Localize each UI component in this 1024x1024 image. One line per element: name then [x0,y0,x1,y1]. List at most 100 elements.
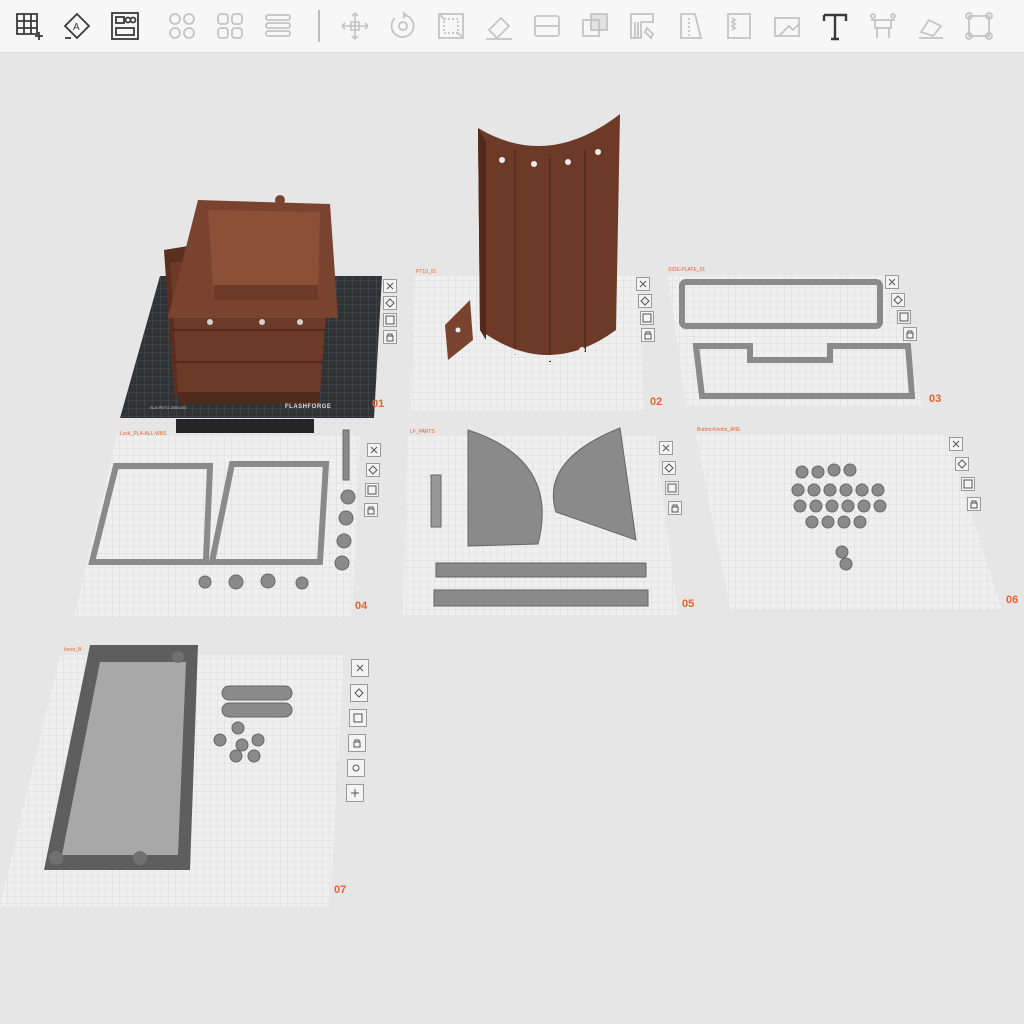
arrange-icon [667,483,677,493]
boolean-button[interactable] [575,6,615,46]
toolbar-separator [318,10,320,42]
plate-04-arrange-button[interactable] [365,483,379,497]
3d-viewport[interactable]: 01 02 03 04 05 06 07 PT10_01 SIDE-PLATE_… [0,53,1024,1024]
plate-06-name: Button-Knobs_ANE [697,427,741,433]
move-icon [341,12,369,40]
seam-paint-button[interactable] [671,6,711,46]
arrange-icon [899,312,909,322]
scale-icon [438,13,464,39]
split-objects-button[interactable] [162,6,202,46]
plate-07-settings-button[interactable] [347,759,365,777]
support-paint-button[interactable] [623,6,663,46]
bed-model-label: SLA PETG 200X200 [150,405,187,410]
plate-03-orient-button[interactable] [891,293,905,307]
plate-02-delete-button[interactable] [636,277,650,291]
fuzzy-skin-icon [727,13,751,39]
lay-on-face-button[interactable] [479,6,519,46]
plate-05-lock-button[interactable] [668,501,682,515]
split-parts-icon [217,13,243,39]
lock-icon [644,331,652,340]
plate-07-name: Inner_B [64,647,82,653]
plate-01-orient-button[interactable] [383,296,397,310]
orient-icon [664,463,674,473]
plate-04-delete-button[interactable] [367,443,381,457]
plate-05-arrange-button[interactable] [665,481,679,495]
lock-icon [671,504,679,513]
add-plate-button[interactable] [9,6,49,46]
close-icon [386,282,394,290]
orient-icon [385,298,395,308]
support-paint-icon [630,13,655,40]
plate-06-orient-button[interactable] [955,457,969,471]
plate-07-move-button[interactable] [346,784,364,802]
rotate-button[interactable] [383,6,423,46]
plate-07-number: 07 [334,884,347,896]
plate-04-lock-button[interactable] [364,503,378,517]
plate-03-delete-button[interactable] [885,275,899,289]
plate-05-delete-button[interactable] [659,441,673,455]
brim-ears-button[interactable] [863,6,903,46]
text-button[interactable] [815,6,855,46]
lock-icon [906,330,914,339]
cut-button[interactable] [527,6,567,46]
orient-icon [957,459,967,469]
plate-03-lock-button[interactable] [903,327,917,341]
plate-04-name: Lock_PLA-ALL-WBS [120,431,167,437]
cylinder-shell-model[interactable] [478,114,620,362]
plate-07-delete-button[interactable] [351,659,369,677]
plate-06-lock-button[interactable] [967,497,981,511]
arrange-icon [353,713,363,723]
rotate-icon [390,11,415,38]
plate-02-lock-button[interactable] [641,328,655,342]
assembly-button[interactable] [911,6,951,46]
plate-01-delete-button[interactable] [383,279,397,293]
orient-icon [368,465,378,475]
plate-07-lock-button[interactable] [348,734,366,752]
plate-02-name: PT10_01 [416,269,437,275]
move-button[interactable] [335,6,375,46]
plate-05-number: 05 [682,598,695,610]
measure-button[interactable] [767,6,807,46]
plate-06-delete-button[interactable] [949,437,963,451]
settings-icon [352,764,360,772]
variable-height-button[interactable] [959,6,999,46]
plate-06-number: 06 [1006,594,1019,606]
split-parts-button[interactable] [210,6,250,46]
lock-icon [367,506,375,515]
arrange-button[interactable] [105,6,145,46]
plate-01-arrange-button[interactable] [383,313,397,327]
layers-button[interactable] [258,6,298,46]
plate-03-arrange-button[interactable] [897,310,911,324]
plate-04-orient-button[interactable] [366,463,380,477]
fuzzy-skin-button[interactable] [719,6,759,46]
svg-text:A: A [73,22,80,33]
orient-icon [354,688,364,698]
close-icon [952,440,960,448]
plate-07-orient-button[interactable] [350,684,368,702]
seam-paint-icon [680,13,703,39]
text-icon [822,13,848,41]
scale-button[interactable] [431,6,471,46]
assembly-icon [919,18,943,39]
lay-on-face-icon [486,16,512,40]
auto-orient-button[interactable]: A [57,6,97,46]
orient-icon [640,296,650,306]
plate-05-orient-button[interactable] [662,461,676,475]
auto-orient-icon: A [63,12,91,40]
enclosure-box-model[interactable] [164,195,338,404]
plate-03-name: SIDE-PLATE_01 [668,267,706,273]
cut-icon [534,15,560,37]
plate-01-lock-button[interactable] [383,330,397,344]
plate-07-arrange-button[interactable] [349,709,367,727]
add-plate-icon [16,13,43,40]
variable-height-icon [965,12,993,40]
plate-03-number: 03 [929,393,942,405]
lock-icon [970,500,978,509]
plate-02-orient-button[interactable] [638,294,652,308]
split-objects-icon [169,13,195,39]
plate-02-arrange-button[interactable] [640,311,654,325]
printer-brand-label: FLASHFORGE [285,404,332,410]
close-icon [356,664,364,672]
plate-06-arrange-button[interactable] [961,477,975,491]
brim-ears-icon [870,13,896,38]
